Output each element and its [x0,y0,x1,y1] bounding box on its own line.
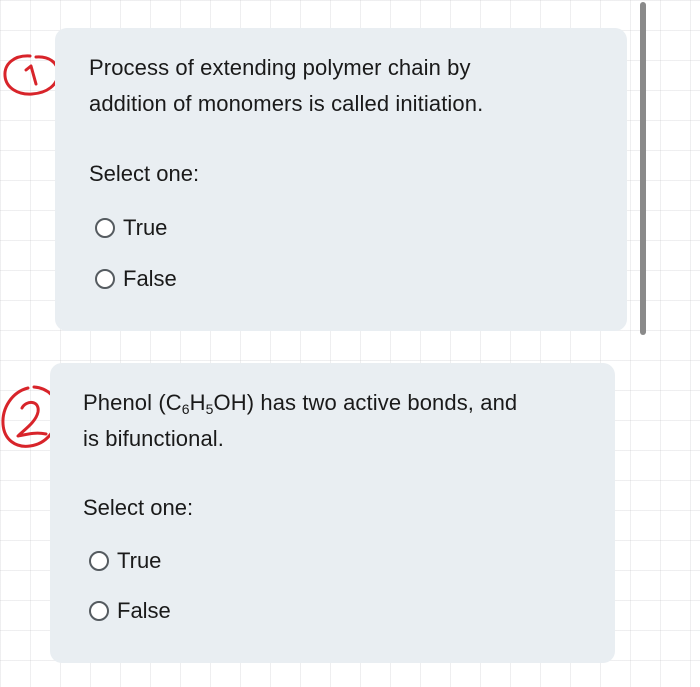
formula-prefix: Phenol (C [83,390,182,415]
question-text-line-1: Phenol (C6H5OH) has two active bonds, an… [83,385,517,421]
question-text: Phenol (C6H5OH) has two active bonds, an… [83,385,517,457]
option-label: False [117,598,171,623]
formula-subscript-5: 5 [205,401,214,417]
question-text: Process of extending polymer chain by ad… [89,50,483,122]
option-label: False [123,266,177,291]
select-one-label: Select one: [89,161,200,186]
formula-subscript-6: 6 [181,401,190,417]
question-card-1: Process of extending polymer chain by ad… [55,28,627,331]
question-text-line-2: addition of monomers is called initiatio… [89,91,484,116]
radio-unchecked-icon[interactable] [89,551,109,571]
radio-unchecked-icon[interactable] [89,601,109,621]
formula-suffix: OH) has two active bonds, and [213,390,518,415]
select-one-label: Select one: [83,495,194,520]
option-false[interactable]: False [95,264,177,294]
scrollbar[interactable] [640,2,646,335]
question-card-2: Phenol (C6H5OH) has two active bonds, an… [50,363,615,663]
option-true[interactable]: True [89,546,161,576]
option-label: True [123,215,168,240]
option-false[interactable]: False [89,596,171,626]
radio-unchecked-icon[interactable] [95,269,115,289]
radio-unchecked-icon[interactable] [95,218,115,238]
option-true[interactable]: True [95,213,167,243]
formula-hydrogen: H [189,390,206,415]
question-text-line-1: Process of extending polymer chain by [89,55,471,80]
question-text-line-2: is bifunctional. [83,426,225,451]
option-label: True [117,548,162,573]
